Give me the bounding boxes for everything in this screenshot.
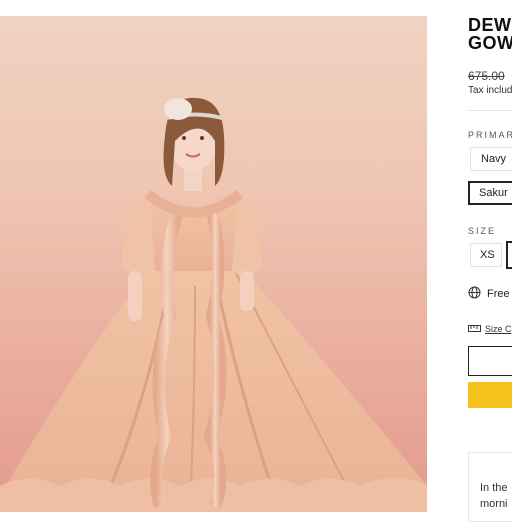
- product-image[interactable]: [0, 16, 427, 512]
- size-option-s[interactable]: [506, 241, 512, 269]
- globe-icon: [468, 286, 481, 302]
- tax-note: Tax includ: [468, 85, 512, 96]
- size-option-xs[interactable]: XS: [470, 243, 502, 267]
- color-option-navy[interactable]: Navy: [470, 147, 512, 171]
- shipping-info: Free: [468, 286, 510, 302]
- add-to-cart-button[interactable]: [468, 346, 512, 376]
- size-chart-text: Size C: [485, 324, 512, 334]
- color-option-sakura[interactable]: Sakur: [468, 181, 512, 205]
- size-chart-link[interactable]: Size C: [468, 324, 512, 335]
- size-label: SIZE: [468, 226, 497, 236]
- buy-now-button[interactable]: [468, 382, 512, 408]
- ruler-icon: [468, 324, 481, 335]
- product-price: 675.00: [468, 69, 505, 83]
- product-title: DEW GOW: [468, 15, 512, 53]
- color-label: PRIMAR: [468, 130, 512, 140]
- shipping-text: Free: [487, 287, 510, 300]
- description-text: In the morni: [480, 482, 508, 510]
- divider: [468, 110, 512, 111]
- product-info-panel: DEW GOW 675.00 Tax includ PRIMAR Navy Sa…: [468, 0, 512, 522]
